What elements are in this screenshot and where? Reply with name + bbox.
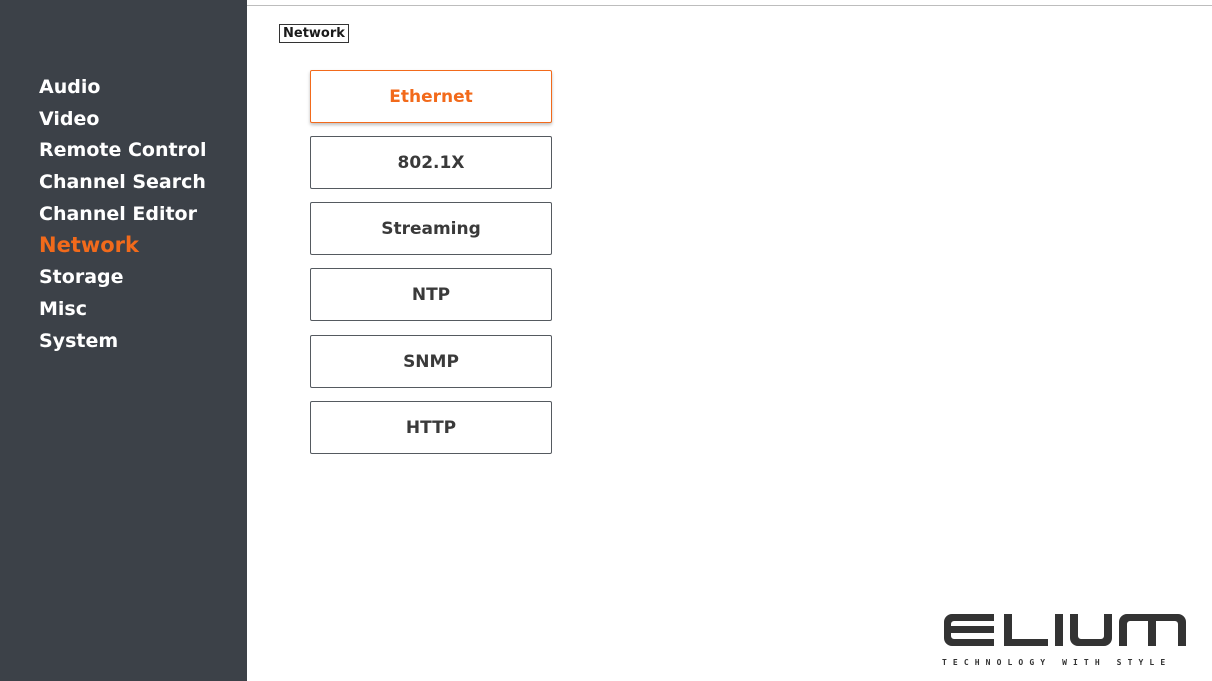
elium-logo: TECHNOLOGY WITH STYLE [942,612,1190,670]
elium-wordmark [944,614,1186,646]
logo-tagline: TECHNOLOGY WITH STYLE [942,658,1172,667]
sidebar-item-misc[interactable]: Misc [39,294,207,326]
snmp-button[interactable]: SNMP [310,335,552,388]
sidebar-item-audio[interactable]: Audio [39,72,207,104]
sidebar-item-network[interactable]: Network [39,230,207,262]
ethernet-button[interactable]: Ethernet [310,70,552,123]
http-button[interactable]: HTTP [310,401,552,454]
sidebar-item-channel-editor[interactable]: Channel Editor [39,199,207,231]
sidebar-nav: Audio Video Remote Control Channel Searc… [39,72,207,357]
top-divider [247,5,1212,6]
sidebar: Audio Video Remote Control Channel Searc… [0,0,247,681]
sidebar-item-video[interactable]: Video [39,104,207,136]
ntp-button[interactable]: NTP [310,268,552,321]
sidebar-item-remote-control[interactable]: Remote Control [39,135,207,167]
streaming-button[interactable]: Streaming [310,202,552,255]
dot1x-button[interactable]: 802.1X [310,136,552,189]
breadcrumb: Network [279,24,349,43]
sidebar-item-channel-search[interactable]: Channel Search [39,167,207,199]
sidebar-item-system[interactable]: System [39,326,207,358]
sidebar-item-storage[interactable]: Storage [39,262,207,294]
